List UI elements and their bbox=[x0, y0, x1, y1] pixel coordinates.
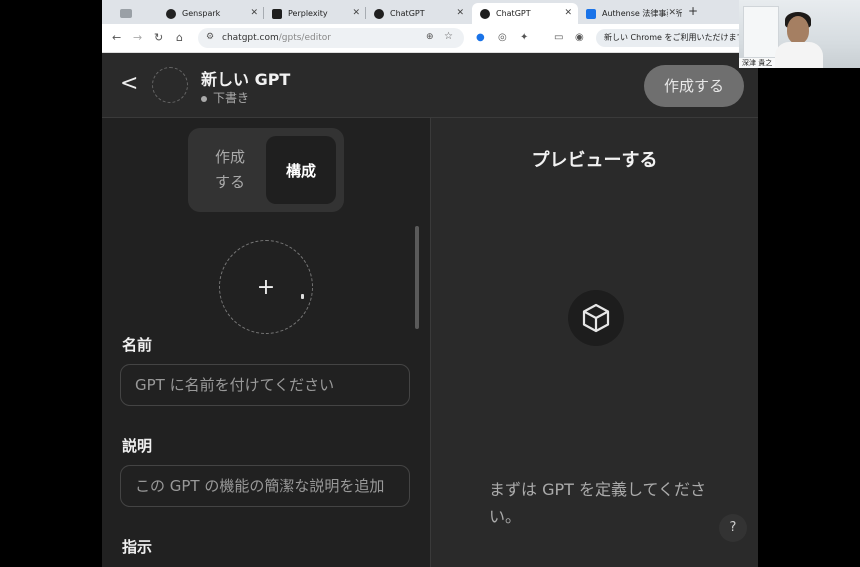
url-text: chatgpt.com/gpts/editor bbox=[222, 33, 331, 43]
cube-icon bbox=[568, 290, 624, 346]
participant-name: 深津 貴之 bbox=[739, 58, 776, 68]
tab-label: Genspark bbox=[182, 9, 221, 18]
draft-status: 下書き bbox=[201, 89, 249, 106]
chatgpt-icon bbox=[480, 8, 490, 19]
configure-panel: 作成 する 構成 + 名前 GPT に名前を付けてください 説明 この GPT … bbox=[102, 118, 430, 567]
instructions-label: 指示 bbox=[122, 538, 153, 556]
preview-title: プレビューする bbox=[531, 150, 658, 171]
person-face bbox=[787, 16, 809, 44]
tab-group-icon[interactable] bbox=[112, 3, 162, 24]
tab-label: ChatGPT bbox=[496, 9, 531, 18]
cast-icon[interactable]: ▭ bbox=[554, 32, 563, 43]
plus-icon: + bbox=[256, 274, 276, 300]
back-chevron-icon[interactable]: < bbox=[120, 71, 138, 96]
tab-label: Perplexity bbox=[288, 9, 328, 18]
forward-icon[interactable]: → bbox=[133, 31, 142, 44]
back-icon[interactable]: ← bbox=[112, 31, 121, 44]
tab-genspark[interactable]: Genspark ✕ bbox=[158, 3, 264, 24]
avatar-upload-button[interactable]: + bbox=[219, 240, 313, 334]
browser-toolbar: ← → ↻ ⌂ ⚙ chatgpt.com/gpts/editor ⊕ ☆ ● … bbox=[102, 24, 758, 53]
home-icon[interactable]: ⌂ bbox=[176, 31, 183, 44]
tab-perplexity[interactable]: Perplexity ✕ bbox=[264, 3, 366, 24]
tab-chatgpt-1[interactable]: ChatGPT ✕ bbox=[366, 3, 470, 24]
name-input[interactable]: GPT に名前を付けてください bbox=[120, 364, 410, 406]
genspark-icon bbox=[166, 8, 176, 19]
new-tab-button[interactable]: + bbox=[688, 4, 698, 18]
editor-header: < 新しい GPT 下書き 作成する bbox=[102, 53, 758, 118]
tab-icon bbox=[120, 9, 132, 18]
create-button[interactable]: 作成する bbox=[644, 65, 744, 107]
gpt-title: 新しい GPT bbox=[201, 70, 291, 89]
help-button[interactable]: ? bbox=[719, 514, 747, 542]
close-icon[interactable]: ✕ bbox=[668, 8, 676, 18]
webcam-overlay: 深津 貴之 bbox=[739, 0, 860, 68]
gpt-avatar bbox=[152, 67, 188, 103]
name-label: 名前 bbox=[122, 336, 153, 354]
camera-icon[interactable]: ◎ bbox=[498, 32, 507, 43]
close-icon[interactable]: ✕ bbox=[352, 8, 360, 18]
mode-switch: 作成 する 構成 bbox=[188, 128, 344, 212]
mouse-cursor bbox=[301, 294, 304, 299]
extension-icon[interactable]: ● bbox=[476, 32, 485, 43]
site-info-icon[interactable]: ⚙ bbox=[206, 32, 214, 42]
tab-strip: Genspark ✕ Perplexity ✕ ChatGPT ✕ ChatGP… bbox=[102, 0, 758, 24]
description-input[interactable]: この GPT の機能の簡潔な説明を追加 bbox=[120, 465, 410, 507]
close-icon[interactable]: ✕ bbox=[456, 8, 464, 18]
puzzle-icon[interactable]: ✦ bbox=[520, 32, 528, 43]
perplexity-icon bbox=[272, 8, 282, 19]
chatgpt-icon bbox=[374, 8, 384, 19]
scrollbar-thumb[interactable] bbox=[415, 226, 419, 329]
tab-authense[interactable]: Authense 法律事務所 ✕ bbox=[578, 3, 682, 24]
authense-icon bbox=[586, 8, 596, 19]
description-label: 説明 bbox=[122, 437, 153, 455]
address-bar[interactable]: ⚙ chatgpt.com/gpts/editor ⊕ ☆ bbox=[198, 28, 464, 48]
reload-icon[interactable]: ↻ bbox=[154, 31, 163, 44]
tab-chatgpt-active[interactable]: ChatGPT ✕ bbox=[472, 3, 578, 24]
zoom-icon[interactable]: ⊕ bbox=[426, 32, 434, 42]
chrome-update-badge[interactable]: 新しい Chrome をご利用いただけます bbox=[596, 29, 758, 47]
tab-label: ChatGPT bbox=[390, 9, 425, 18]
profile-icon[interactable]: ◉ bbox=[575, 32, 584, 43]
preview-panel: プレビューする まずは GPT を定義してください。 ? bbox=[431, 118, 758, 567]
preview-hint: まずは GPT を定義してください。 bbox=[489, 480, 707, 526]
window-background bbox=[743, 6, 779, 58]
bookmark-star-icon[interactable]: ☆ bbox=[444, 31, 453, 42]
tab-configure[interactable]: 構成 bbox=[266, 136, 336, 204]
close-icon[interactable]: ✕ bbox=[564, 8, 572, 18]
tab-create[interactable]: 作成 する bbox=[196, 136, 264, 204]
person-body bbox=[775, 42, 823, 68]
browser-window: Genspark ✕ Perplexity ✕ ChatGPT ✕ ChatGP… bbox=[102, 0, 758, 567]
status-dot-icon bbox=[201, 95, 207, 102]
close-icon[interactable]: ✕ bbox=[250, 8, 258, 18]
